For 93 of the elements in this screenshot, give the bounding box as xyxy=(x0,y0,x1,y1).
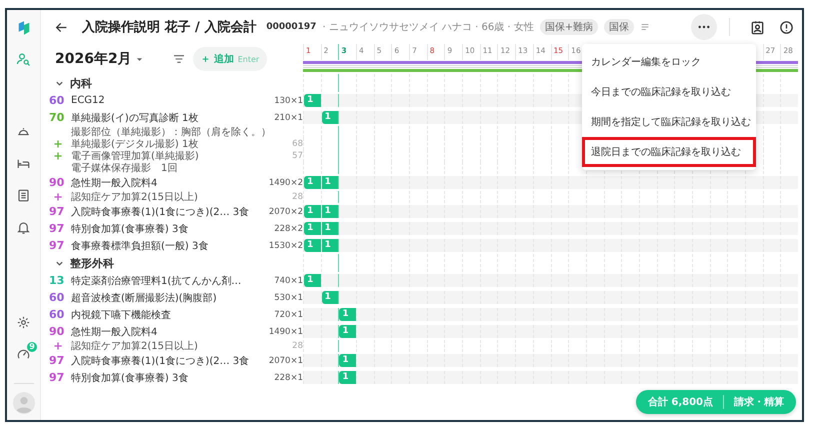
addition-item: 認知症ケア加算2(15日以上) xyxy=(71,190,199,204)
more-icon xyxy=(698,25,710,29)
menu-item[interactable]: 期間を指定して臨床記録を取り込む xyxy=(582,107,756,137)
menu-item[interactable]: カレンダー編集をロック xyxy=(582,47,756,77)
item-code: 13 xyxy=(49,274,66,287)
item-code: 60 xyxy=(49,291,66,304)
count-cell[interactable]: 1 xyxy=(322,205,338,218)
item-name[interactable]: 超音波検査(断層撮影法)(胸腹部) xyxy=(71,290,255,304)
plus-icon xyxy=(54,342,62,350)
list-icon[interactable] xyxy=(16,188,31,203)
count-cell[interactable]: 1 xyxy=(339,354,356,367)
addition-points: 68 xyxy=(291,139,303,149)
count-cell[interactable]: 1 xyxy=(304,239,321,252)
item-code: 97 xyxy=(49,371,66,384)
item-amount: 530×1 xyxy=(273,292,303,302)
item-name[interactable]: 内視鏡下嚥下機能検査 xyxy=(71,308,255,322)
item-name[interactable]: 入院時食事療養(1)(1食につき)(2… 3食 xyxy=(71,204,255,218)
add-button[interactable]: ＋ 追加 Enter xyxy=(192,47,268,71)
item-amount: 740×1 xyxy=(273,276,303,286)
count-cell[interactable]: 1 xyxy=(322,291,338,304)
count-cell[interactable]: 1 xyxy=(304,94,321,107)
item-code: 97 xyxy=(49,354,66,367)
count-cell[interactable]: 1 xyxy=(322,222,338,235)
logo-icon[interactable] xyxy=(18,20,30,36)
plus-icon xyxy=(54,152,62,160)
item-amount: 1490×2 xyxy=(268,178,303,188)
addition-points: 28 xyxy=(291,341,303,351)
detail-note: 電子媒体保存撮影 1回 xyxy=(71,162,178,175)
item-name[interactable]: 食事療養標準負担額(一般) 3食 xyxy=(71,238,255,252)
total-points: 合計 6,800点 xyxy=(648,396,713,409)
detail-note: 撮影部位（単純撮影）：胸部（肩を除く。） xyxy=(71,126,272,138)
insurance-tag: 国保 xyxy=(604,19,634,35)
addition-item: 単純撮影(デジタル撮影) 1枚 xyxy=(71,138,200,150)
section-title: 整形外科 xyxy=(70,256,114,270)
page-title: 入院操作説明 花子 / 入院会計 xyxy=(82,18,256,36)
caret-icon xyxy=(136,56,143,62)
plus-icon xyxy=(54,193,62,201)
item-name[interactable]: 入院時食事療養(1)(1食につき)(2… 3食 xyxy=(71,354,255,368)
count-cell[interactable]: 1 xyxy=(304,176,321,189)
item-code: 60 xyxy=(49,94,66,107)
item-code: 60 xyxy=(49,308,66,321)
addition-item: 認知症ケア加算2(15日以上) xyxy=(71,340,199,353)
item-name[interactable]: 単純撮影(イ)の写真診断 1枚 xyxy=(71,110,255,124)
item-amount: 130×1 xyxy=(273,96,303,106)
more-button[interactable] xyxy=(691,14,717,40)
count-cell[interactable]: 1 xyxy=(322,111,338,124)
item-name[interactable]: 特定薬剤治療管理料1(抗てんかん剤… xyxy=(71,274,255,288)
item-amount: 1490×1 xyxy=(268,326,303,336)
month-selector[interactable]: 2026年2月 xyxy=(55,50,143,68)
item-amount: 228×2 xyxy=(273,224,303,234)
settings-icon[interactable] xyxy=(16,315,31,330)
count-cell[interactable]: 1 xyxy=(304,222,321,235)
item-code: 90 xyxy=(49,176,66,189)
count-cell[interactable]: 1 xyxy=(339,371,356,384)
item-amount: 228×1 xyxy=(273,372,303,382)
menu-item[interactable]: 退院日までの臨床記録を取り込む xyxy=(582,137,756,167)
item-amount: 1530×2 xyxy=(268,240,303,250)
addition-points: 28 xyxy=(291,192,303,202)
count-cell[interactable]: 1 xyxy=(322,239,338,252)
patient-id: 00000197 xyxy=(266,22,316,32)
insurance-tag: 国保+難病 xyxy=(540,19,598,35)
section-title: 内科 xyxy=(70,76,92,90)
addition-item: 電子画像管理加算(単純撮影) xyxy=(71,150,200,163)
menu-item[interactable]: 今日までの臨床記録を取り込む xyxy=(582,77,756,107)
item-amount: 2070×1 xyxy=(268,356,303,366)
notification-badge: 9 xyxy=(27,342,37,352)
item-name[interactable]: 特別食加算(食事療養) 3食 xyxy=(71,222,255,236)
item-code: 97 xyxy=(49,205,66,218)
item-amount: 720×1 xyxy=(273,310,303,320)
bell-icon[interactable] xyxy=(16,220,31,235)
item-name[interactable]: 特別食加算(食事療養) 3食 xyxy=(71,370,255,384)
count-cell[interactable]: 1 xyxy=(339,325,356,338)
count-cell[interactable]: 1 xyxy=(304,274,321,287)
alert-icon[interactable] xyxy=(779,20,794,34)
filter-icon[interactable] xyxy=(172,54,185,64)
item-amount: 2070×2 xyxy=(268,206,303,216)
plus-icon xyxy=(54,140,62,148)
item-code: 97 xyxy=(49,222,66,235)
item-code: 70 xyxy=(49,111,66,124)
patient-info: · ニュウイソウサセツメイ ハナコ · 66歳 · 女性 xyxy=(322,20,534,34)
count-cell[interactable]: 1 xyxy=(339,308,356,321)
billing-button[interactable]: 請求・精算 xyxy=(734,395,792,409)
addition-points: 57 xyxy=(291,151,303,161)
count-cell[interactable]: 1 xyxy=(304,205,321,218)
count-cell[interactable]: 1 xyxy=(322,176,338,189)
item-code: 90 xyxy=(49,325,66,338)
item-code: 97 xyxy=(49,239,66,252)
item-name[interactable]: 急性期一般入院料4 xyxy=(71,176,255,190)
item-name[interactable]: ECG12 xyxy=(71,95,255,106)
back-arrow-icon[interactable] xyxy=(55,20,68,34)
item-amount: 210×1 xyxy=(273,112,303,122)
item-name[interactable]: 急性期一般入院料4 xyxy=(71,324,255,338)
id-card-icon[interactable] xyxy=(750,20,765,34)
